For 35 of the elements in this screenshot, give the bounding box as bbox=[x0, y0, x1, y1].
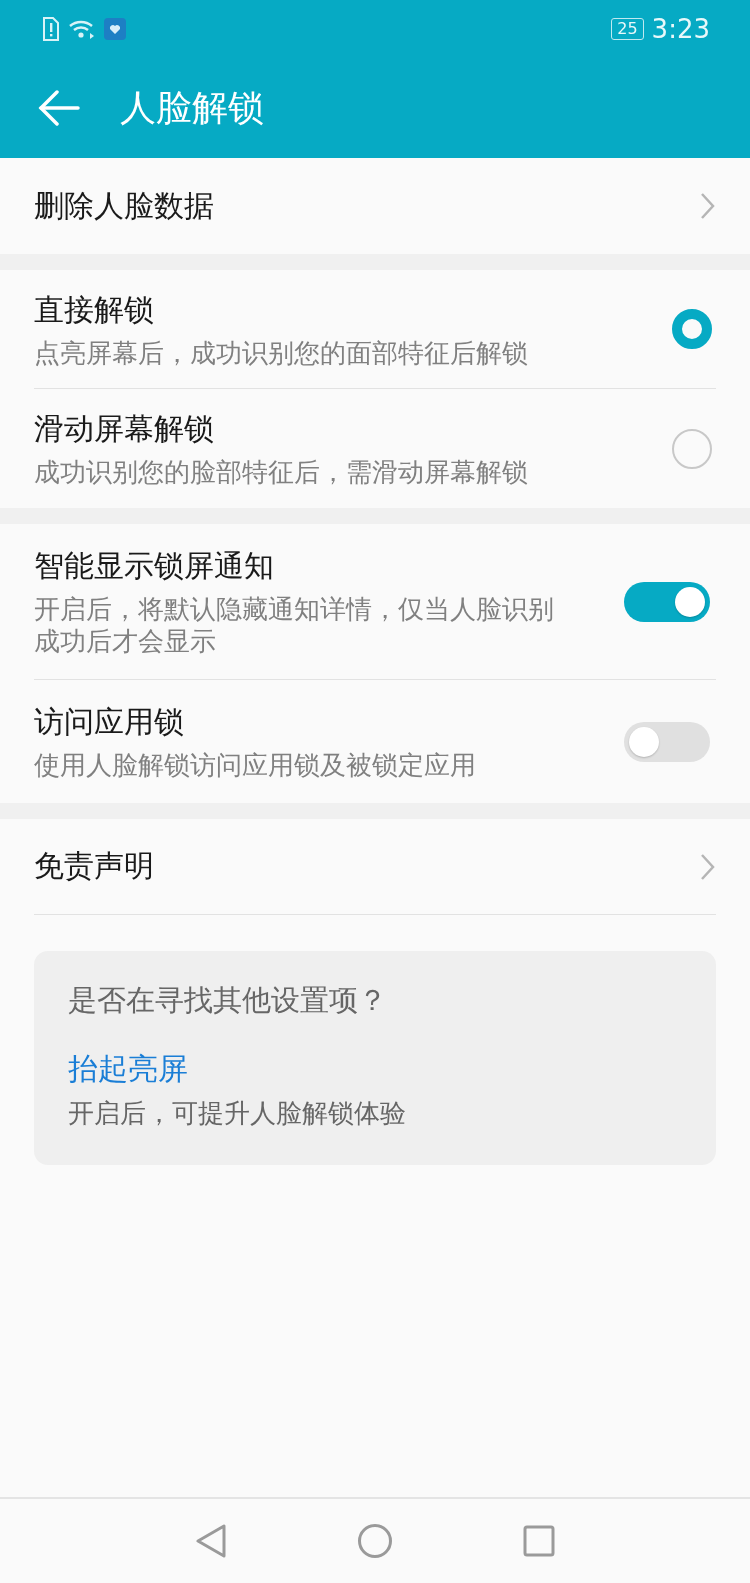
settings-row[interactable]: 访问应用锁 使用人脸解锁访问应用锁及被锁定应用 bbox=[34, 680, 716, 803]
chevron-right-icon bbox=[700, 192, 716, 220]
suggestion-link[interactable]: 抬起亮屏 bbox=[68, 1049, 188, 1090]
toggle-switch[interactable] bbox=[624, 581, 710, 622]
row-title: 滑动屏幕解锁 bbox=[34, 410, 215, 448]
toggle-switch[interactable] bbox=[624, 721, 710, 762]
battery-indicator: 25 bbox=[611, 18, 644, 40]
row-title: 直接解锁 bbox=[34, 290, 155, 329]
recents-icon[interactable] bbox=[523, 1525, 555, 1557]
settings-row[interactable]: 免责声明 bbox=[34, 819, 716, 915]
settings-row[interactable]: 智能显示锁屏通知 开启后，将默认隐藏通知详情，仅当人脸识别成功后才会显示 bbox=[34, 524, 716, 680]
sim-alert-icon bbox=[42, 17, 60, 41]
row-description: 开启后，将默认隐藏通知详情，仅当人脸识别成功后才会显示 bbox=[34, 593, 555, 657]
row-title: 访问应用锁 bbox=[34, 703, 185, 741]
row-title: 免责声明 bbox=[34, 847, 155, 885]
status-time: 3:23 bbox=[651, 14, 710, 44]
wifi-icon bbox=[68, 18, 96, 40]
radio-button[interactable] bbox=[672, 309, 712, 349]
row-title: 删除人脸数据 bbox=[34, 186, 215, 225]
heart-app-icon bbox=[104, 18, 126, 40]
row-description: 使用人脸解锁访问应用锁及被锁定应用 bbox=[34, 749, 477, 781]
settings-row[interactable]: 滑动屏幕解锁 成功识别您的脸部特征后，需滑动屏幕解锁 bbox=[34, 389, 716, 508]
back-icon[interactable] bbox=[195, 1523, 227, 1559]
suggestion-question: 是否在寻找其他设置项？ bbox=[68, 982, 388, 1019]
row-description: 点亮屏幕后，成功识别您的面部特征后解锁 bbox=[34, 336, 529, 369]
page-title: 人脸解锁 bbox=[120, 85, 264, 130]
chevron-right-icon bbox=[700, 852, 716, 881]
suggestion-description: 开启后，可提升人脸解锁体验 bbox=[68, 1097, 407, 1130]
radio-button[interactable] bbox=[672, 428, 712, 469]
row-description: 成功识别您的脸部特征后，需滑动屏幕解锁 bbox=[34, 456, 529, 488]
row-title: 智能显示锁屏通知 bbox=[34, 547, 275, 585]
settings-row[interactable]: 删除人脸数据 bbox=[34, 158, 716, 254]
home-icon[interactable] bbox=[357, 1523, 393, 1559]
back-icon[interactable] bbox=[38, 90, 80, 126]
settings-row[interactable]: 直接解锁 点亮屏幕后，成功识别您的面部特征后解锁 bbox=[34, 270, 716, 389]
